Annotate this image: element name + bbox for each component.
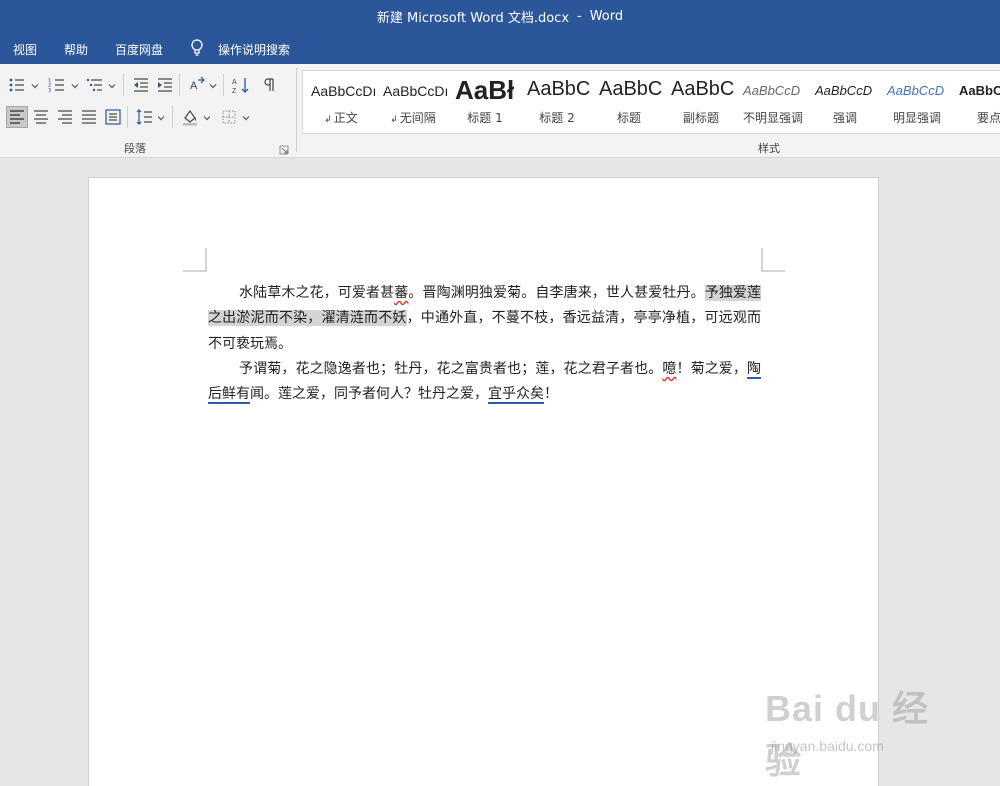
text-run: ！菊之爱， xyxy=(676,360,748,377)
title-bar: 新建 Microsoft Word 文档.docx - Word xyxy=(0,0,1000,32)
style-subtle-emphasis[interactable]: AaBbCcD 不明显强调 xyxy=(737,71,809,133)
style-strong[interactable]: AaBbC 要点 xyxy=(953,71,1000,133)
distributed-icon[interactable] xyxy=(102,106,124,128)
chevron-down-icon[interactable] xyxy=(203,114,211,122)
tab-view[interactable]: 视图 xyxy=(13,41,37,58)
style-intense-emphasis[interactable]: AaBbCcD 明显强调 xyxy=(881,71,953,133)
align-center-icon[interactable] xyxy=(30,106,52,128)
divider xyxy=(179,74,180,96)
style-sample: AaBbCcDı xyxy=(383,83,449,99)
svg-text:A: A xyxy=(190,80,198,92)
document-body[interactable]: 水陆草木之花，可爱者甚蕃。晋陶渊明独爱菊。自李唐来，世人甚爱牡丹。予独爱莲之出淤… xyxy=(208,281,762,408)
paragraph: 予谓菊，花之隐逸者也；牡丹，花之富贵者也；莲，花之君子者也。噫！菊之爱，陶后鲜有… xyxy=(208,357,761,408)
multilevel-list-icon[interactable] xyxy=(84,74,106,96)
style-name: 副标题 xyxy=(682,111,719,125)
word-window: 新建 Microsoft Word 文档.docx - Word 视图 帮助 百… xyxy=(0,0,1000,786)
style-sample: AaBbC xyxy=(599,78,663,100)
margin-corner-mark xyxy=(183,248,207,272)
title-separator: - xyxy=(577,8,582,24)
chevron-down-icon[interactable] xyxy=(157,114,165,122)
style-no-spacing[interactable]: AaBbCcDı ↲ 无间隔 xyxy=(377,71,449,133)
watermark-logo: Bai du 经验 xyxy=(765,688,930,781)
bullets-icon[interactable] xyxy=(6,74,28,96)
style-emphasis[interactable]: AaBbCcD 强调 xyxy=(809,71,881,133)
style-sample: AaBbCcD xyxy=(815,83,873,98)
chevron-down-icon[interactable] xyxy=(71,82,79,90)
divider xyxy=(172,106,173,128)
paragraph: 水陆草木之花，可爱者甚蕃。晋陶渊明独爱菊。自李唐来，世人甚爱牡丹。予独爱莲之出淤… xyxy=(208,281,762,357)
numbering-icon[interactable]: 123 xyxy=(46,74,68,96)
styles-gallery: AaBbCcDı ↲ 正文 AaBbCcDı ↲ 无间隔 AaBł 标题 1 AaB… xyxy=(302,70,1000,134)
paragraph-mark-icon: ↲ xyxy=(390,115,398,125)
ribbon-tabs: 视图 帮助 百度网盘 操作说明搜索 xyxy=(0,32,1000,64)
justify-icon[interactable] xyxy=(78,106,100,128)
divider xyxy=(127,106,128,128)
lightbulb-icon[interactable] xyxy=(190,39,204,57)
svg-text:3: 3 xyxy=(48,88,51,94)
style-name: 标题 xyxy=(616,111,641,125)
style-name: 不明显强调 xyxy=(742,111,803,125)
align-right-icon[interactable] xyxy=(54,106,76,128)
borders-icon[interactable] xyxy=(218,106,240,128)
paragraph-mark-icon: ↲ xyxy=(324,115,332,125)
style-normal[interactable]: AaBbCcDı ↲ 正文 xyxy=(305,71,377,133)
baidu-jingyan-watermark: Bai du 经验 jingyan.baidu.com xyxy=(765,680,965,781)
style-name: 明显强调 xyxy=(892,111,941,125)
style-sample: AaBbC xyxy=(527,78,591,100)
document-title: 新建 Microsoft Word 文档.docx xyxy=(376,10,570,26)
style-name: 标题 2 xyxy=(539,111,575,125)
decrease-indent-icon[interactable] xyxy=(130,74,152,96)
svg-text:Z: Z xyxy=(232,88,237,94)
spelling-error: 噫 xyxy=(662,360,677,377)
style-sample: AaBbCcDı xyxy=(311,83,377,99)
style-sample: AaBbCcD xyxy=(887,83,945,98)
ribbon: 123 A AZ 段落 AaBbCcDı ↲ 正文 AaBbCcDı ↲ 无间隔… xyxy=(0,64,1000,158)
style-sample: AaBbC xyxy=(671,78,735,100)
style-name: 标题 1 xyxy=(467,111,503,125)
margin-corner-mark xyxy=(761,248,785,272)
group-label-paragraph: 段落 xyxy=(124,142,146,155)
grammar-mark: 宜乎众矣 xyxy=(488,386,544,403)
style-heading-2[interactable]: AaBbC 标题 2 xyxy=(521,71,593,133)
sort-icon[interactable]: AZ xyxy=(230,74,252,96)
align-left-icon[interactable] xyxy=(6,106,28,128)
divider xyxy=(223,74,224,96)
shading-icon[interactable] xyxy=(179,106,201,128)
text-run: 予谓菊，花之隐逸者也；牡丹，花之富贵者也；莲，花之君子者也。 xyxy=(239,360,663,377)
style-subtitle[interactable]: AaBbC 副标题 xyxy=(665,71,737,133)
text-run: 水陆草木之花，可爱者甚 xyxy=(239,285,395,301)
show-formatting-icon[interactable] xyxy=(259,74,281,96)
text-run: 。晋陶渊明独爱菊。自李唐来，世人甚爱牡丹。 xyxy=(408,285,705,301)
text-run: ！ xyxy=(544,386,558,403)
divider xyxy=(296,68,297,152)
style-name: 正文 xyxy=(333,111,358,125)
group-label-styles: 样式 xyxy=(758,142,780,155)
style-sample: AaBbCcD xyxy=(743,83,801,98)
style-sample: AaBbC xyxy=(959,83,1000,98)
style-name: 强调 xyxy=(832,111,857,125)
increase-indent-icon[interactable] xyxy=(154,74,176,96)
tab-baidu-netdisk[interactable]: 百度网盘 xyxy=(115,41,163,58)
style-sample: AaBł xyxy=(455,75,515,105)
text-run: 闻。莲之爱，同予者何人？牡丹之爱， xyxy=(250,386,488,403)
style-name: 无间隔 xyxy=(399,111,436,125)
tell-me-search[interactable]: 操作说明搜索 xyxy=(218,41,290,58)
chevron-down-icon[interactable] xyxy=(209,82,217,90)
spelling-error: 蕃 xyxy=(394,285,409,301)
chevron-down-icon[interactable] xyxy=(108,82,116,90)
line-spacing-icon[interactable] xyxy=(134,106,156,128)
tab-help[interactable]: 帮助 xyxy=(64,41,88,58)
divider xyxy=(123,74,124,96)
style-heading-1[interactable]: AaBł 标题 1 xyxy=(449,71,521,133)
text-direction-icon[interactable]: A xyxy=(186,74,208,96)
chevron-down-icon[interactable] xyxy=(242,114,250,122)
dialog-launcher-icon[interactable] xyxy=(279,145,289,155)
chevron-down-icon[interactable] xyxy=(31,82,39,90)
app-name: Word xyxy=(589,8,624,24)
document-page[interactable]: 水陆草木之花，可爱者甚蕃。晋陶渊明独爱菊。自李唐来，世人甚爱牡丹。予独爱莲之出淤… xyxy=(88,177,879,786)
style-name: 要点 xyxy=(976,111,1000,125)
style-title[interactable]: AaBbC 标题 xyxy=(593,71,665,133)
svg-text:A: A xyxy=(232,79,237,86)
watermark-url: jingyan.baidu.com xyxy=(771,738,884,754)
